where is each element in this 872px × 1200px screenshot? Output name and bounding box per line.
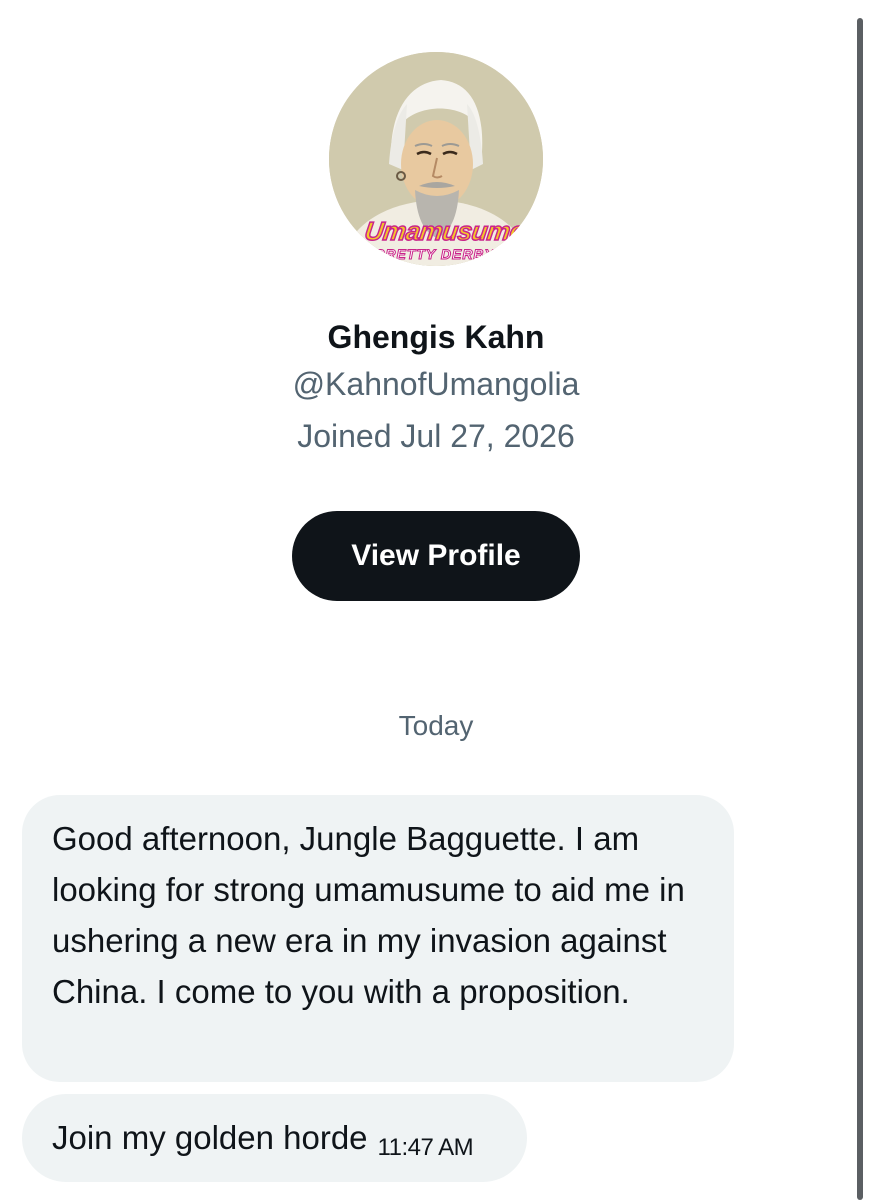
avatar-brand-logo: Umamusume xyxy=(362,215,526,247)
message-timestamp: 11:47 AM xyxy=(377,1134,474,1161)
message-text: Good afternoon, Jungle Bagguette. I am l… xyxy=(52,820,685,1010)
joined-date: Joined Jul 27, 2026 xyxy=(297,418,575,454)
message-bubble[interactable]: Join my golden horde 11:47 AM xyxy=(22,1094,527,1182)
view-profile-button[interactable]: View Profile xyxy=(292,511,580,601)
message-text: Join my golden horde xyxy=(52,1119,368,1156)
message-bubble[interactable]: Good afternoon, Jungle Bagguette. I am l… xyxy=(22,795,734,1082)
display-name: Ghengis Kahn xyxy=(327,319,545,355)
scrollbar[interactable] xyxy=(857,18,863,1200)
date-separator: Today xyxy=(398,710,474,741)
avatar[interactable]: Umamusume PRETTY DERBY xyxy=(329,52,543,266)
avatar-brand-subtitle: PRETTY DERBY xyxy=(375,246,495,263)
user-handle: @KahnofUmangolia xyxy=(292,366,580,402)
